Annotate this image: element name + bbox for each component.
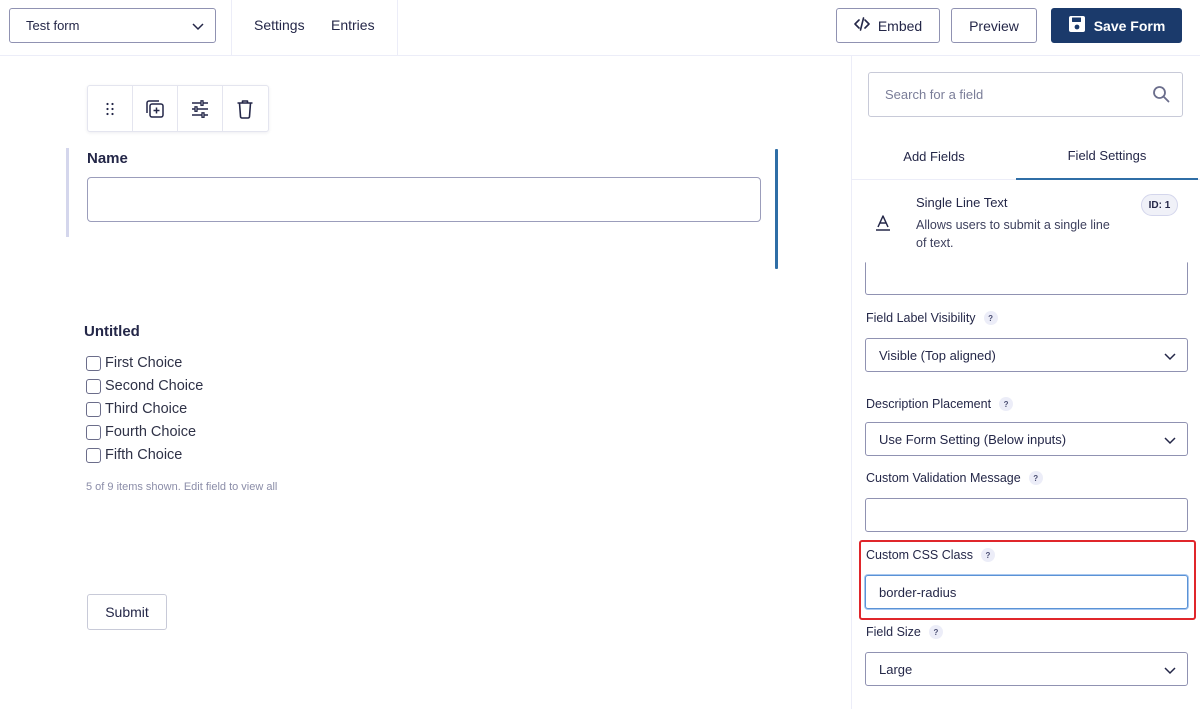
- sidebar-tabs: Add Fields Field Settings: [852, 133, 1200, 180]
- help-icon[interactable]: ?: [928, 625, 943, 639]
- field-size-text: Field Size: [866, 625, 921, 639]
- form-canvas: Name Untitled First Choice Second Choice…: [0, 56, 851, 709]
- description-placement-label: Description Placement ?: [866, 397, 1014, 411]
- help-icon[interactable]: ?: [1028, 471, 1043, 485]
- choice-item[interactable]: Fifth Choice: [86, 447, 182, 463]
- validation-message-text: Custom Validation Message: [866, 471, 1021, 485]
- text-field-icon: [874, 214, 892, 237]
- save-form-button[interactable]: Save Form: [1051, 8, 1182, 43]
- css-class-input[interactable]: border-radius: [865, 575, 1188, 609]
- code-icon: [854, 17, 878, 34]
- checkbox[interactable]: [86, 355, 101, 371]
- choice-label: Second Choice: [105, 378, 204, 394]
- help-icon[interactable]: ?: [999, 397, 1014, 411]
- field-id-badge: ID: 1: [1141, 194, 1178, 216]
- field-search-input[interactable]: Search for a field: [868, 72, 1183, 117]
- choice-item[interactable]: Second Choice: [86, 378, 203, 394]
- submit-button[interactable]: Submit: [87, 594, 167, 630]
- choice-label: Fifth Choice: [105, 447, 183, 463]
- choices-truncation-note: 5 of 9 items shown. Edit field to view a…: [86, 481, 278, 493]
- field-size-label: Field Size ?: [866, 625, 943, 639]
- drag-handle-icon[interactable]: [88, 86, 133, 131]
- description-placement-select[interactable]: Use Form Setting (Below inputs): [865, 422, 1188, 456]
- divider: [231, 0, 232, 55]
- name-field-label: Name: [87, 150, 128, 167]
- top-bar: Test form Settings Entries Embed Preview…: [0, 0, 1200, 56]
- label-visibility-text: Field Label Visibility: [866, 311, 976, 325]
- chevron-down-icon: [1163, 433, 1177, 450]
- help-icon[interactable]: ?: [980, 548, 995, 562]
- chevron-down-icon: [191, 19, 205, 36]
- nav-entries[interactable]: Entries: [331, 17, 375, 33]
- nav-settings[interactable]: Settings: [254, 17, 305, 33]
- choice-item[interactable]: Fourth Choice: [86, 424, 196, 440]
- field-size-select[interactable]: Large: [865, 652, 1188, 686]
- form-selector-label: Test form: [26, 18, 80, 33]
- help-icon[interactable]: ?: [983, 311, 998, 325]
- search-placeholder: Search for a field: [885, 87, 984, 102]
- checkbox[interactable]: [86, 424, 101, 440]
- trash-icon[interactable]: [223, 86, 268, 131]
- css-class-value: border-radius: [879, 584, 957, 600]
- chevron-down-icon: [1163, 663, 1177, 680]
- field-size-value: Large: [879, 661, 913, 677]
- preview-label: Preview: [969, 17, 1019, 34]
- duplicate-icon[interactable]: [133, 86, 178, 131]
- preview-button[interactable]: Preview: [951, 8, 1037, 43]
- css-class-text: Custom CSS Class: [866, 548, 973, 562]
- field-selection-indicator: [66, 148, 69, 237]
- settings-sliders-icon[interactable]: [178, 86, 223, 131]
- checkbox[interactable]: [86, 378, 101, 394]
- divider: [397, 0, 398, 55]
- chevron-down-icon: [1163, 349, 1177, 366]
- description-placement-text: Description Placement: [866, 397, 992, 411]
- field-sidebar: Search for a field Add Fields Field Sett…: [851, 56, 1200, 709]
- choice-label: Fourth Choice: [105, 424, 197, 440]
- checkbox-field-label: Untitled: [84, 323, 140, 340]
- checkbox[interactable]: [86, 401, 101, 417]
- choice-label: Third Choice: [105, 401, 188, 417]
- label-visibility-value: Visible (Top aligned): [879, 347, 996, 363]
- field-type-title: Single Line Text: [916, 195, 1008, 210]
- form-selector[interactable]: Test form: [9, 8, 216, 43]
- name-input[interactable]: [87, 177, 761, 222]
- label-visibility-select[interactable]: Visible (Top aligned): [865, 338, 1188, 372]
- field-selection-bar: [775, 149, 778, 269]
- label-visibility-label: Field Label Visibility ?: [866, 311, 998, 325]
- validation-message-label: Custom Validation Message ?: [866, 471, 1043, 485]
- choice-item[interactable]: Third Choice: [86, 401, 187, 417]
- checkbox[interactable]: [86, 447, 101, 463]
- save-form-label: Save Form: [1093, 17, 1166, 34]
- choice-label: First Choice: [105, 355, 183, 371]
- description-placement-value: Use Form Setting (Below inputs): [879, 431, 1067, 447]
- tab-field-settings[interactable]: Field Settings: [1016, 133, 1198, 180]
- css-class-label: Custom CSS Class ?: [866, 548, 995, 562]
- field-toolbar: [87, 85, 269, 132]
- search-icon[interactable]: [1152, 85, 1170, 106]
- field-label-input[interactable]: [865, 262, 1188, 295]
- field-type-header: Single Line Text Allows users to submit …: [852, 180, 1200, 262]
- embed-button[interactable]: Embed: [836, 8, 940, 43]
- validation-message-input[interactable]: [865, 498, 1188, 532]
- save-icon: [1068, 15, 1094, 36]
- field-type-description: Allows users to submit a single line of …: [916, 218, 1110, 250]
- tab-add-fields[interactable]: Add Fields: [852, 133, 1016, 180]
- embed-label: Embed: [877, 17, 923, 34]
- choice-item[interactable]: First Choice: [86, 355, 182, 371]
